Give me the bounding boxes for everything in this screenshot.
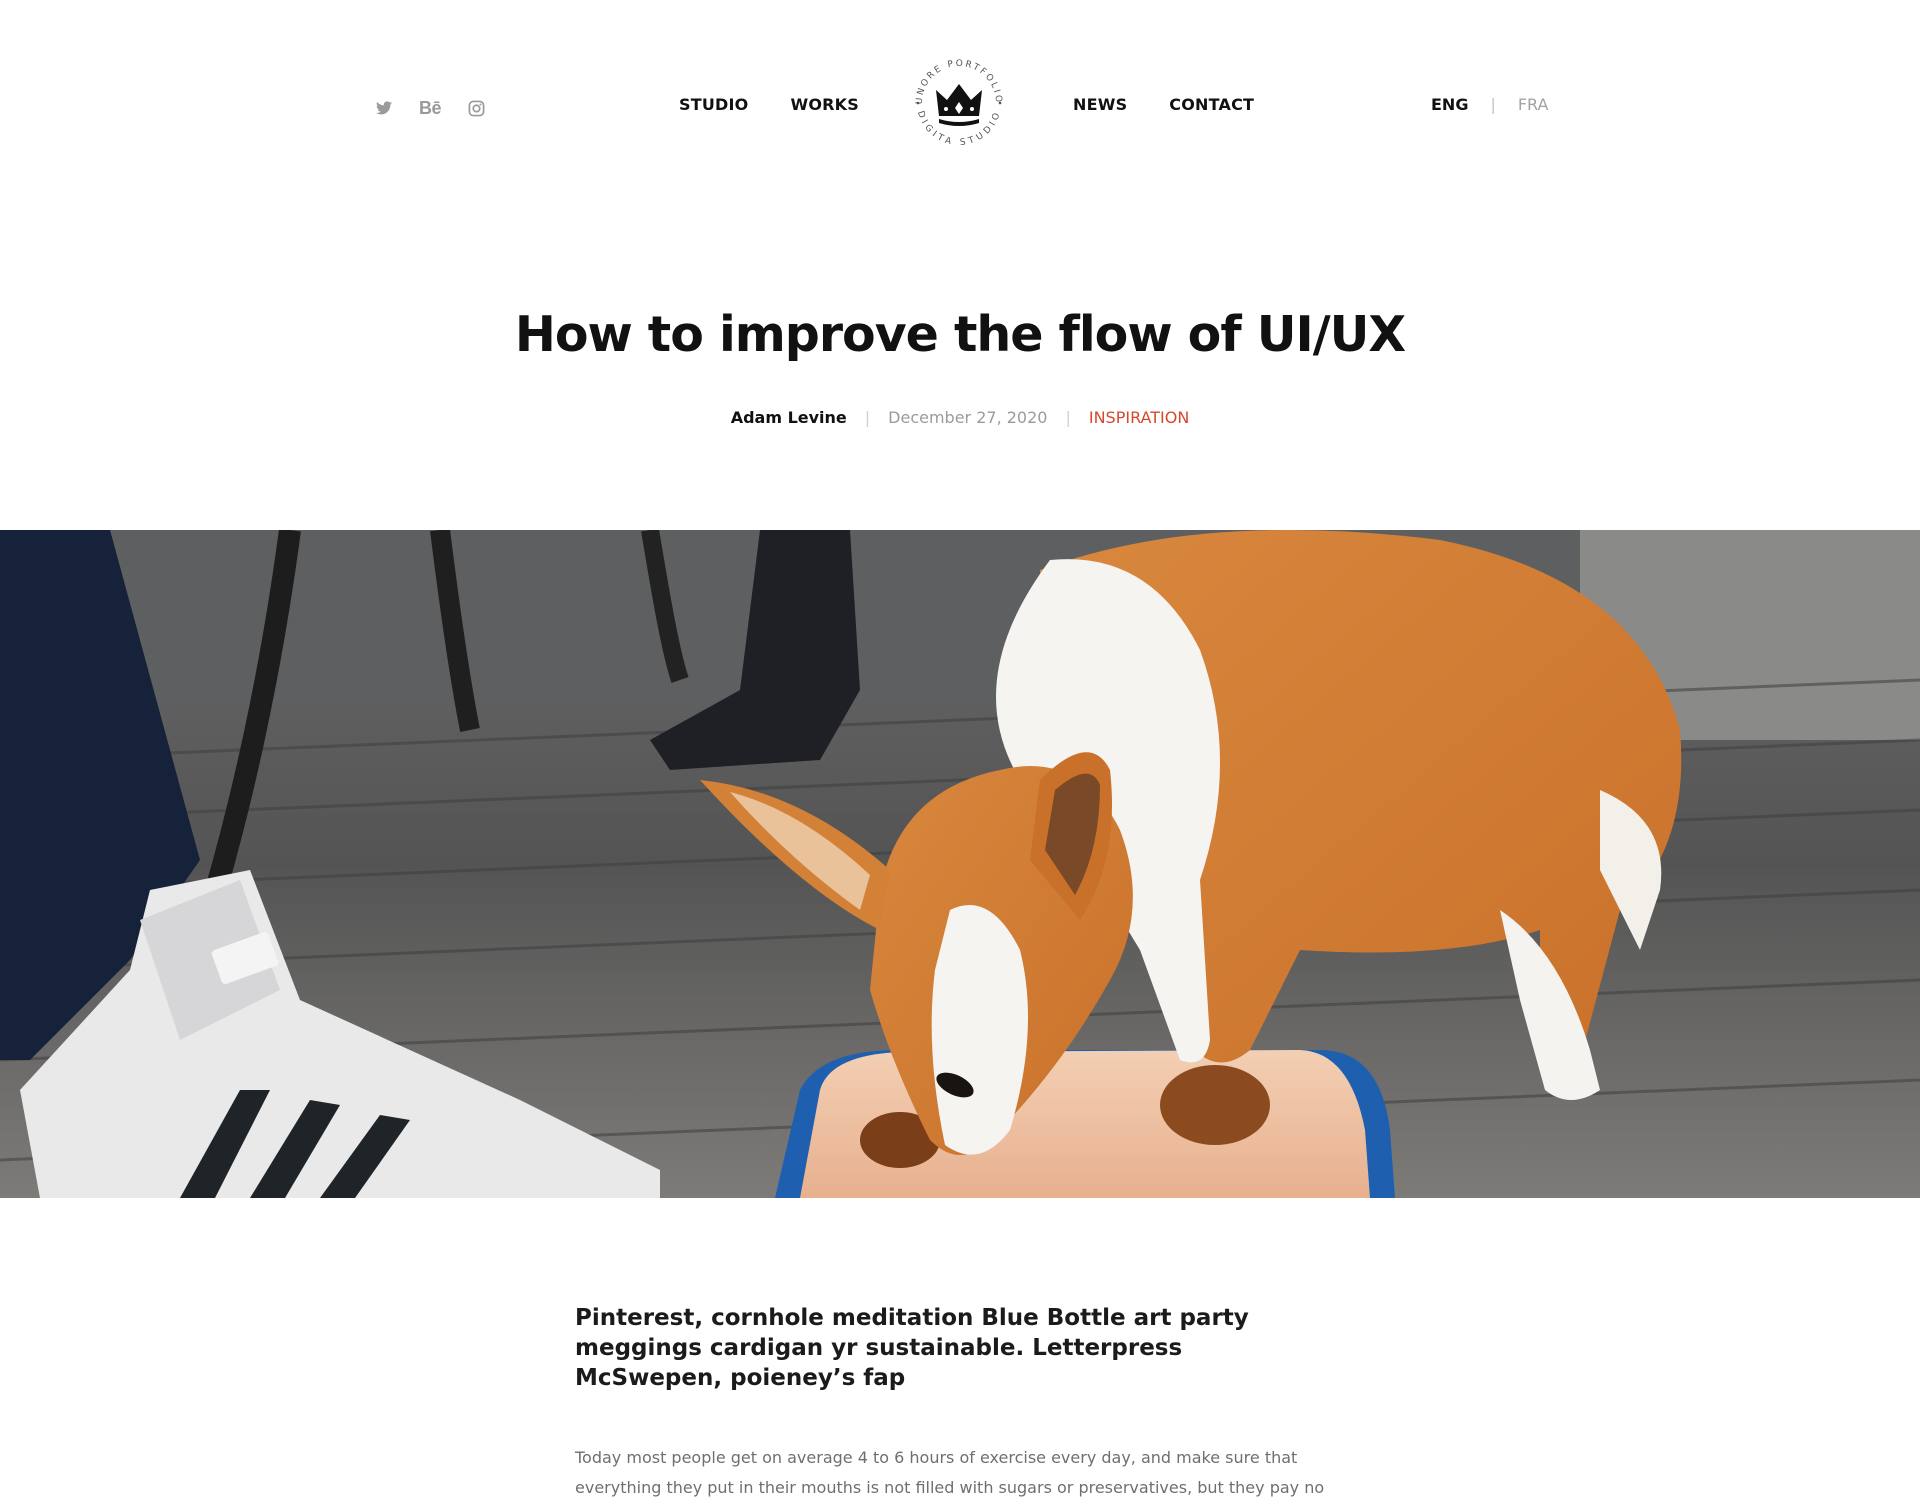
nav-works[interactable]: WORKS <box>790 95 859 114</box>
main-nav-left: STUDIO WORKS <box>679 95 859 114</box>
site-logo[interactable]: UNORE PORTFOLIO DIGITA STUDIO <box>906 50 1012 156</box>
hero-image <box>0 530 1920 1198</box>
site-header: Bē STUDIO WORKS UNORE PORTFOLIO DIGITA S… <box>0 0 1920 212</box>
post-lead: Pinterest, cornhole meditation Blue Bott… <box>575 1305 1249 1391</box>
meta-separator: | <box>1065 408 1071 427</box>
language-switcher: ENG | FRA <box>1431 95 1548 114</box>
post-paragraph: Today most people get on average 4 to 6 … <box>575 1448 1325 1497</box>
lang-eng[interactable]: ENG <box>1431 95 1468 114</box>
lang-fra[interactable]: FRA <box>1518 95 1549 114</box>
lang-separator: | <box>1490 95 1496 114</box>
twitter-icon[interactable] <box>372 96 396 120</box>
social-links: Bē <box>372 96 488 120</box>
meta-separator: | <box>864 408 871 427</box>
instagram-icon[interactable] <box>464 96 488 120</box>
behance-glyph: Bē <box>418 97 442 118</box>
post-author[interactable]: Adam Levine <box>731 408 847 427</box>
post-meta: Adam Levine | December 27, 2020 | INSPIR… <box>0 408 1920 427</box>
post-date: December 27, 2020 <box>888 408 1048 427</box>
main-nav-right: NEWS CONTACT <box>1073 95 1254 114</box>
nav-contact[interactable]: CONTACT <box>1169 95 1254 114</box>
nav-studio[interactable]: STUDIO <box>679 95 748 114</box>
behance-icon[interactable]: Bē <box>418 96 442 120</box>
post-title: How to improve the flow of UI/UX <box>514 306 1406 363</box>
post-category[interactable]: INSPIRATION <box>1089 408 1189 427</box>
crown-icon <box>936 84 982 126</box>
nav-news[interactable]: NEWS <box>1073 95 1127 114</box>
